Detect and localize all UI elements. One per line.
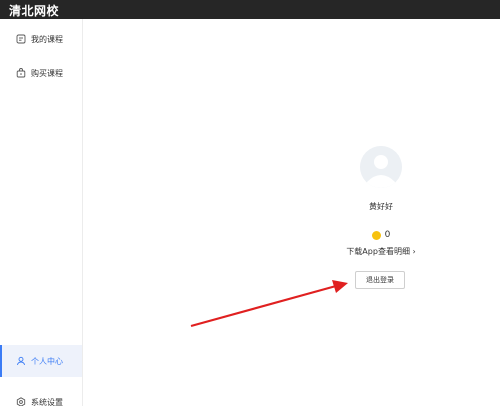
title-bar: 清北网校 — [0, 0, 500, 19]
username: 黄好好 — [369, 202, 393, 211]
app-title: 清北网校 — [9, 4, 60, 18]
sidebar-item-my-courses[interactable]: 我的课程 — [0, 23, 82, 55]
shopping-bag-icon — [16, 68, 26, 78]
logout-button[interactable]: 退出登录 — [355, 271, 405, 289]
coin-count: 0 — [384, 230, 391, 240]
sidebar-item-label: 系统设置 — [31, 397, 63, 406]
sidebar-item-buy-courses[interactable]: 购买课程 — [0, 57, 82, 89]
profile-panel: 黄好好 0 下载App查看明细 › 退出登录 — [83, 19, 500, 406]
coin-balance: 0 — [331, 230, 431, 240]
course-icon — [16, 34, 26, 44]
default-avatar-icon — [360, 146, 402, 188]
sidebar-item-settings[interactable]: 系统设置 — [0, 386, 82, 406]
user-icon — [16, 356, 26, 366]
gear-icon — [16, 397, 26, 406]
coin-icon — [371, 230, 381, 240]
avatar — [360, 146, 402, 188]
sidebar-item-label: 我的课程 — [31, 34, 63, 44]
sidebar: 我的课程 购买课程 个人中心 系统设置 — [0, 19, 83, 406]
sidebar-item-profile[interactable]: 个人中心 — [0, 345, 82, 377]
sidebar-item-label: 个人中心 — [31, 356, 63, 366]
sidebar-item-label: 购买课程 — [31, 68, 63, 78]
download-app-link[interactable]: 下载App查看明细 › — [311, 246, 451, 257]
